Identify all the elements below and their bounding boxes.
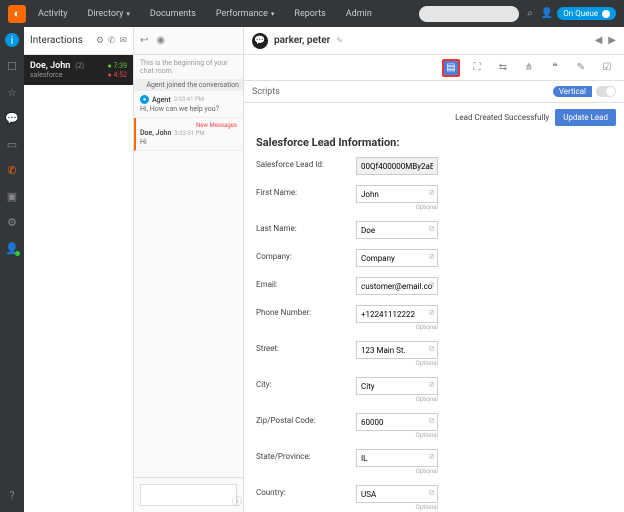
gear-icon[interactable]: ⚙ — [96, 36, 104, 46]
nav-activity[interactable]: Activity — [30, 5, 75, 23]
chat-input[interactable] — [140, 484, 237, 506]
person-avatar: 💬 — [252, 33, 268, 49]
agent-joined: Agent joined the conversation — [134, 79, 243, 91]
phone-icon[interactable]: ✆ — [108, 36, 116, 46]
input-phone[interactable] — [356, 305, 438, 323]
edit-icon[interactable]: ✎ — [336, 36, 343, 45]
input-lead-id — [356, 157, 438, 175]
script-icon[interactable]: ▤ — [442, 59, 460, 77]
interaction-card[interactable]: Doe, John (2) ● 7:39 salesforce ● 4:52 — [24, 55, 133, 85]
rail-agent-icon[interactable]: 👤 — [5, 241, 19, 255]
label-lead-id: Salesforce Lead Id: — [256, 157, 356, 169]
mail-icon[interactable]: ✉ — [119, 36, 127, 46]
nav-performance[interactable]: Performance▾ — [208, 5, 283, 23]
nav-directory[interactable]: Directory▾ — [79, 5, 137, 23]
search-icon[interactable]: ⌕ — [527, 8, 533, 19]
rail-inbox-icon[interactable]: ☐ — [5, 59, 19, 73]
card-time-1: ● 7:39 — [108, 62, 127, 70]
update-lead-button[interactable]: Update Lead — [555, 109, 616, 126]
rail-phone-icon[interactable]: ✆ — [5, 163, 19, 177]
nav-admin[interactable]: Admin — [338, 5, 380, 23]
input-company[interactable] — [356, 249, 438, 267]
toolbar: ▤ ⛶ ⇆ ⋔ ❝ ✎ ☑ — [244, 55, 624, 81]
rail-gear-icon[interactable]: ⚙ — [5, 215, 19, 229]
label-first-name: First Name: — [256, 185, 356, 197]
nav-back-icon[interactable]: ◀ — [595, 35, 603, 46]
note-icon[interactable]: ✎ — [572, 59, 590, 77]
input-first-name[interactable] — [356, 185, 438, 203]
link-icon[interactable]: ⋔ — [520, 59, 538, 77]
form-title: Salesforce Lead Information: — [256, 136, 612, 149]
nav-documents[interactable]: Documents — [142, 5, 204, 23]
input-email[interactable] — [356, 277, 438, 295]
rail-info-icon[interactable]: i — [5, 33, 19, 47]
chat-message-agent: ●Agent3:03:41 PM Hi, How can we help you… — [134, 91, 243, 118]
label-last-name: Last Name: — [256, 221, 356, 233]
chat-begin-note: This is the beginning of your chat room. — [134, 55, 243, 79]
card-source: salesforce — [30, 71, 63, 79]
nav-reports[interactable]: Reports — [286, 5, 333, 23]
search-input[interactable] — [419, 6, 519, 22]
vertical-label: Vertical — [553, 86, 592, 97]
rail-chat-icon[interactable]: 💬 — [5, 111, 19, 125]
chat-panel: ↩ ◉ This is the beginning of your chat r… — [134, 27, 244, 512]
input-last-name[interactable] — [356, 221, 438, 239]
side-rail: i ☐ ☆ 💬 ▭ ✆ ▣ ⚙ 👤 ? — [0, 27, 24, 512]
card-time-2: ● 4:52 — [108, 71, 127, 79]
card-name: Doe, John — [30, 61, 70, 71]
nav-fwd-icon[interactable]: ▶ — [608, 35, 616, 46]
top-bar: ◐ Activity Directory▾ Documents Performa… — [0, 0, 624, 27]
label-country: Country: — [256, 485, 356, 497]
chat-message-user: New Messages Doe, John3:03:51 PM Hi — [134, 118, 243, 151]
quote-icon[interactable]: ❝ — [546, 59, 564, 77]
label-zip: Zip/Postal Code: — [256, 413, 356, 425]
label-city: City: — [256, 377, 356, 389]
input-zip[interactable] — [356, 413, 438, 431]
avatar-icon: ● — [140, 95, 149, 104]
label-company: Company: — [256, 249, 356, 261]
app-logo[interactable]: ◐ — [8, 5, 26, 23]
eye-off-icon[interactable]: ◉ — [156, 35, 165, 46]
label-street: Street: — [256, 341, 356, 353]
on-queue-toggle[interactable]: On Queue — [557, 7, 616, 20]
reply-icon[interactable]: ↩ — [140, 35, 148, 46]
detail-panel: 💬 parker, peter ✎ ◀ ▶ ▤ ⛶ ⇆ ⋔ ❝ ✎ ☑ Scri… — [244, 27, 624, 512]
input-city[interactable] — [356, 377, 438, 395]
chat-input-area — [134, 477, 243, 512]
rail-video-icon[interactable]: ▭ — [5, 137, 19, 151]
success-message: Lead Created Successfully — [455, 113, 549, 122]
info-icon[interactable]: ⓘ — [232, 493, 242, 508]
input-street[interactable] — [356, 341, 438, 359]
scripts-label: Scripts — [252, 87, 280, 97]
vertical-toggle[interactable] — [596, 86, 616, 97]
person-name: parker, peter — [274, 35, 330, 46]
rail-folder-icon[interactable]: ▣ — [5, 189, 19, 203]
caret-icon: ▾ — [271, 10, 275, 18]
input-state[interactable] — [356, 449, 438, 467]
profile-icon[interactable]: ⛶ — [468, 59, 486, 77]
rail-star-icon[interactable]: ☆ — [5, 85, 19, 99]
user-icon[interactable]: 👤 — [541, 8, 553, 19]
schedule-icon[interactable]: ☑ — [598, 59, 616, 77]
people-icon[interactable]: ⇆ — [494, 59, 512, 77]
new-messages-label: New Messages — [140, 122, 237, 129]
interactions-title: Interactions — [30, 35, 92, 46]
caret-icon: ▾ — [126, 10, 130, 18]
label-state: State/Province: — [256, 449, 356, 461]
input-country[interactable] — [356, 485, 438, 503]
label-phone: Phone Number: — [256, 305, 356, 317]
rail-help-icon[interactable]: ? — [5, 488, 19, 502]
interactions-panel: Interactions ⚙ ✆ ✉ Doe, John (2) ● 7:39 … — [24, 27, 134, 512]
label-email: Email: — [256, 277, 356, 289]
